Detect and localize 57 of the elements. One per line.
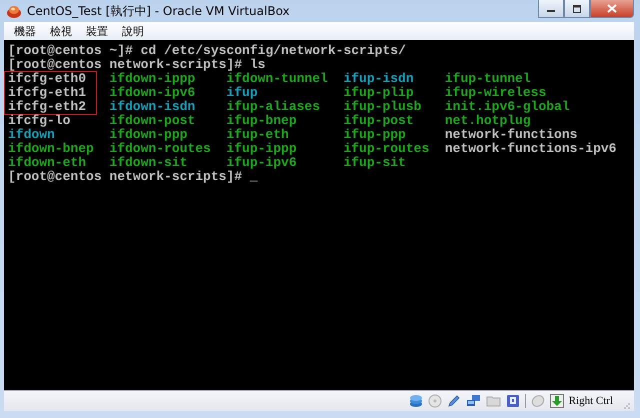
file-name: ifdown-sit bbox=[109, 156, 188, 170]
file-name: init.ipv6-global bbox=[444, 100, 570, 114]
file-name: ifdown-post bbox=[109, 114, 196, 128]
file-name: ifdown bbox=[8, 128, 55, 142]
file-name: ifup-isdn bbox=[343, 72, 414, 86]
menu-item[interactable]: 檢視 bbox=[50, 24, 72, 38]
file-name: ifup-plusb bbox=[343, 100, 422, 114]
close-button[interactable] bbox=[590, 0, 634, 18]
file-name: ifup-ippp bbox=[226, 142, 297, 156]
disc-icon bbox=[428, 394, 442, 408]
text-cursor: _ bbox=[250, 170, 258, 184]
file-name: ifup-plip bbox=[343, 86, 414, 100]
file-name: ifup-routes bbox=[343, 142, 430, 156]
host-key-label: Right Ctrl bbox=[568, 395, 613, 407]
hard-disk-icon bbox=[408, 394, 423, 408]
menu-item[interactable]: 說明 bbox=[122, 24, 144, 38]
file-name: network-functions bbox=[444, 128, 578, 142]
maximize-icon bbox=[572, 4, 582, 12]
file-name: ifdown-isdn bbox=[109, 100, 196, 114]
file-name: ifup-ipv6 bbox=[226, 156, 297, 170]
file-name: net.hotplug bbox=[444, 114, 531, 128]
file-name: ifcfg-eth1 bbox=[4, 86, 98, 100]
file-name: ifup-post bbox=[343, 114, 414, 128]
file-name: ifup-aliases bbox=[226, 100, 320, 114]
file-name: ifup-bnep bbox=[226, 114, 297, 128]
file-name: ifdown-ppp bbox=[109, 128, 188, 142]
file-name: ifcfg-eth0 bbox=[4, 71, 98, 86]
file-name: ifdown-routes bbox=[109, 142, 211, 156]
close-icon bbox=[607, 4, 617, 13]
file-name: ifup bbox=[226, 86, 258, 100]
file-name: network-functions-ipv6 bbox=[444, 142, 616, 156]
folder-icon bbox=[486, 394, 501, 408]
minimize-button[interactable] bbox=[538, 0, 564, 18]
pencil-icon bbox=[446, 394, 461, 408]
file-name: ifcfg-lo bbox=[8, 114, 70, 128]
file-name: ifdown-bnep bbox=[8, 142, 94, 156]
resize-grip-icon bbox=[622, 401, 630, 409]
network-icon bbox=[466, 394, 481, 408]
window-title: CentOS_Test [執行中] - Oracle VM VirtualBox bbox=[27, 2, 290, 20]
file-name: ifdown-tunnel bbox=[226, 72, 328, 86]
file-name: ifup-sit bbox=[343, 156, 406, 170]
file-name: ifdown-eth bbox=[8, 156, 86, 170]
app-icon bbox=[6, 3, 22, 19]
file-name: ifcfg-eth2 bbox=[4, 100, 98, 115]
command-prompt: [root@centos network-scripts]# bbox=[8, 170, 242, 184]
file-name: ifdown-ipv6 bbox=[109, 86, 196, 100]
menu-item[interactable]: 機器 bbox=[14, 24, 36, 38]
file-name: ifdown-ippp bbox=[109, 72, 196, 86]
arrow-down-icon bbox=[550, 394, 564, 408]
command-line: [root@centos network-scripts]# ls bbox=[8, 58, 266, 72]
menu-item[interactable]: 裝置 bbox=[86, 24, 108, 38]
file-name: ifup-eth bbox=[226, 128, 289, 142]
file-name: ifup-wireless bbox=[444, 86, 546, 100]
file-name: ifup-ppp bbox=[343, 128, 406, 142]
file-name: ifup-tunnel bbox=[444, 72, 531, 86]
command-line: [root@centos ~]# cd /etc/sysconfig/network-scripts/ bbox=[8, 44, 407, 58]
maximize-button[interactable] bbox=[564, 0, 590, 18]
